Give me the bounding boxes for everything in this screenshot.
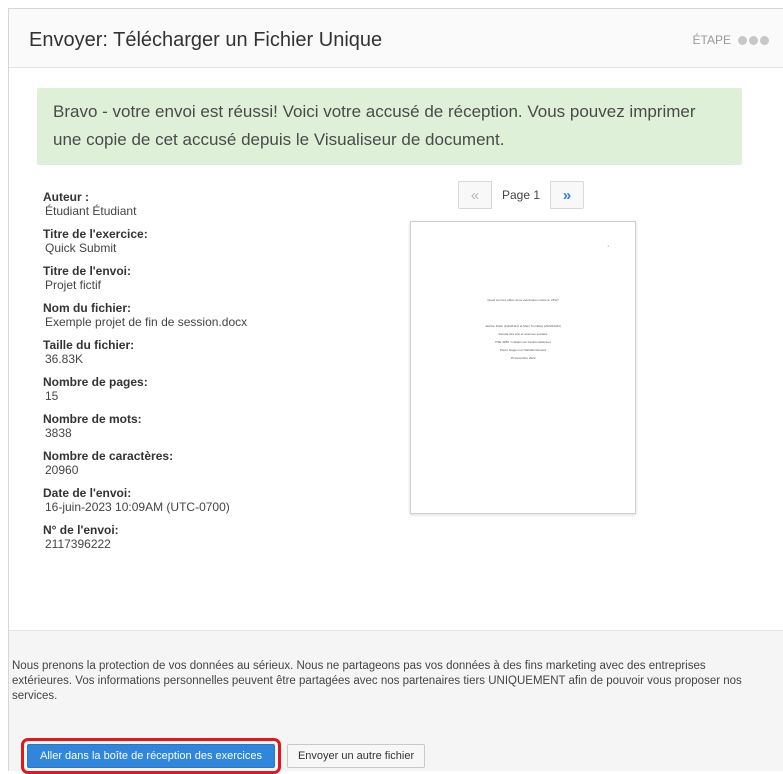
receipt-label: Titre de l'envoi: [43,264,131,278]
document-preview[interactable]: 1 Quels sont les effets de la vaccinatio… [410,221,636,514]
receipt-label: Nombre de mots: [43,412,142,426]
receipt-label: Date de l'envoi: [43,486,132,500]
privacy-notice: Nous prenons la protection de vos donnée… [12,660,742,702]
step-dots [736,35,769,45]
step-dot-1-icon [738,35,747,45]
highlight-box: Aller dans la boîte de réception des exe… [21,738,281,774]
receipt-assignment-title: Titre de l'exercice: Quick Submit [43,227,393,255]
receipt-page-count: Nombre de pages: 15 [43,375,393,403]
preview-line: 15 décembre 2022 [510,356,536,360]
receipt-value: 16-juin-2023 10:09AM (UTC-0700) [45,500,230,514]
receipt-details: Auteur : Étudiant Étudiant Titre de l'ex… [43,190,393,560]
submission-panel: Envoyer: Télécharger un Fichier Unique É… [8,8,783,774]
document-pager: « Page 1 » [458,181,585,211]
receipt-submission-date: Date de l'envoi: 16-juin-2023 10:09AM (U… [43,486,393,514]
receipt-label: N° de l'envoi: [43,523,119,537]
receipt-value: Exemple projet de fin de session.docx [45,315,248,329]
step-dot-2-icon [749,35,758,45]
receipt-author: Auteur : Étudiant Étudiant [43,190,393,218]
footer-actions: Aller dans la boîte de réception des exe… [21,738,426,774]
receipt-character-count: Nombre de caractères: 20960 [43,449,393,477]
receipt-value: 36.83K [45,352,84,366]
step-indicator: ÉTAPE [693,33,769,47]
receipt-value: Projet fictif [45,278,102,292]
preview-line: Jeanne Dubé (111111111) et Marc Tremblay… [485,324,561,328]
receipt-value: 2117396222 [45,537,111,551]
receipt-label: Nombre de pages: [43,375,148,389]
receipt-label: Nombre de caractères: [43,449,174,463]
page-indicator: Page 1 [502,188,541,202]
next-page-button[interactable]: » [550,181,585,209]
receipt-submission-title: Titre de l'envoi: Projet fictif [43,264,393,292]
receipt-label: Nom du fichier: [43,301,132,315]
receipt-value: Étudiant Étudiant [45,204,137,218]
go-to-assignment-inbox-button[interactable]: Aller dans la boîte de réception des exe… [27,744,275,768]
preview-line: Faculté des arts et sciences sociales [498,332,548,336]
receipt-value: Quick Submit [45,241,117,255]
preview-title: Quels sont les effets de la vaccination … [487,298,559,302]
receipt-label: Auteur : [43,190,89,204]
preview-line: Pierre Gagnon et Nathalie Renaud [499,348,547,352]
preview-page-number: 1 [607,244,609,248]
preview-line: PSE 4280 : Initiation au travail intelle… [495,340,551,344]
receipt-file-name: Nom du fichier: Exemple projet de fin de… [43,301,393,329]
submit-another-file-button[interactable]: Envoyer un autre fichier [286,744,426,768]
receipt-label: Taille du fichier: [43,338,135,352]
receipt-label: Titre de l'exercice: [43,227,148,241]
receipt-value: 15 [45,389,59,403]
step-label: ÉTAPE [692,33,731,47]
receipt-value: 20960 [45,463,79,477]
receipt-word-count: Nombre de mots: 3838 [43,412,393,440]
success-alert: Bravo - votre envoi est réussi! Voici vo… [37,88,742,165]
step-dot-3-icon [760,35,769,45]
receipt-submission-id: N° de l'envoi: 2117396222 [43,523,393,551]
receipt-value: 3838 [45,426,72,440]
panel-header: Envoyer: Télécharger un Fichier Unique É… [9,9,783,68]
page-title: Envoyer: Télécharger un Fichier Unique [29,29,383,51]
previous-page-button[interactable]: « [458,181,492,209]
panel-footer: Nous prenons la protection de vos donnée… [9,630,783,774]
receipt-file-size: Taille du fichier: 36.83K [43,338,393,366]
